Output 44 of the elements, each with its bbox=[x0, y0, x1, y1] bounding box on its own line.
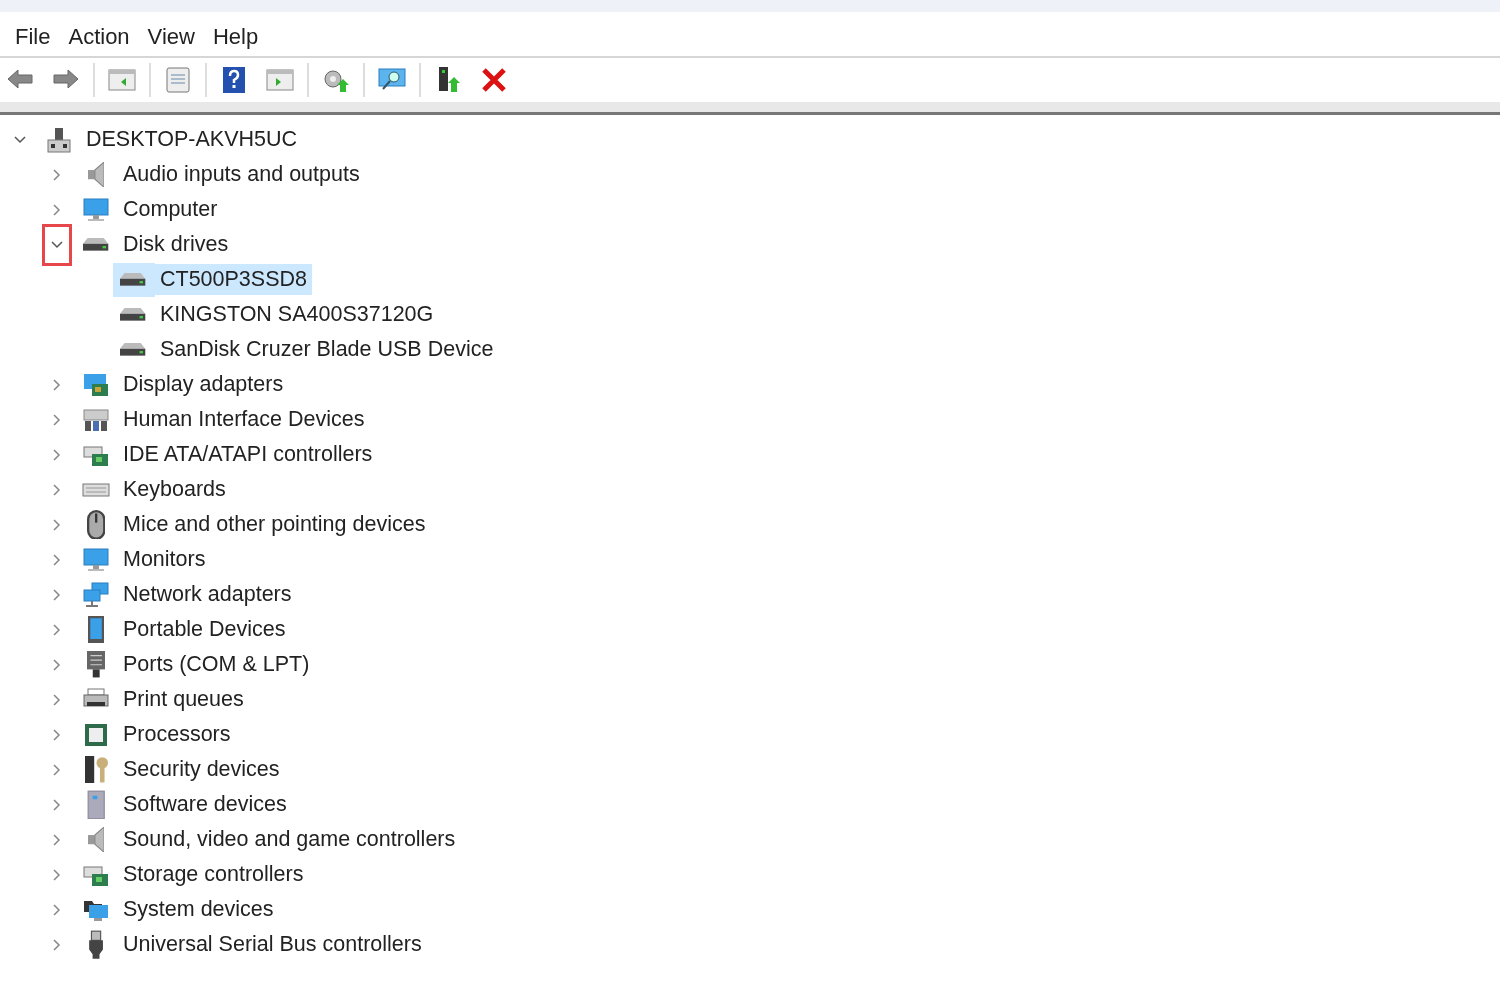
tree-item[interactable]: Disk drives bbox=[118, 229, 234, 260]
tree-item[interactable]: Keyboards bbox=[118, 474, 231, 505]
menu-item[interactable]: File bbox=[6, 24, 60, 50]
tree-item[interactable]: Sound, video and game controllers bbox=[118, 824, 461, 855]
port-icon bbox=[86, 651, 106, 678]
tree-item[interactable]: Universal Serial Bus controllers bbox=[118, 929, 427, 960]
tree-item[interactable]: DESKTOP-AKVH5UC bbox=[81, 124, 303, 155]
tree-item[interactable]: Processors bbox=[118, 719, 236, 750]
key-icon bbox=[84, 755, 108, 784]
drive-icon bbox=[120, 343, 146, 356]
drive-icon bbox=[120, 308, 146, 321]
menu-item[interactable]: Help bbox=[203, 24, 268, 50]
tree-item[interactable]: Audio inputs and outputs bbox=[118, 159, 365, 190]
tree-item[interactable]: IDE ATA/ATAPI controllers bbox=[118, 439, 378, 470]
mouse-icon bbox=[86, 509, 106, 540]
tree-item[interactable]: CT500P3SSD8 bbox=[155, 264, 312, 295]
network-icon bbox=[82, 580, 110, 609]
tree-item[interactable]: System devices bbox=[118, 894, 279, 925]
tree-item[interactable]: Security devices bbox=[118, 754, 285, 785]
menu-item[interactable]: View bbox=[138, 24, 204, 50]
drive-icon bbox=[120, 273, 146, 286]
drive-icon bbox=[83, 238, 109, 251]
tablet-icon bbox=[87, 615, 105, 644]
tree-item[interactable]: Monitors bbox=[118, 544, 211, 575]
tree-item[interactable]: Storage controllers bbox=[118, 859, 309, 890]
tree-item[interactable]: Mice and other pointing devices bbox=[118, 509, 431, 540]
speaker-icon bbox=[87, 161, 105, 188]
monitor-icon bbox=[82, 195, 110, 224]
tree-item[interactable]: KINGSTON SA400S37120G bbox=[155, 299, 439, 330]
speaker-icon bbox=[87, 826, 105, 853]
tree-item[interactable]: Print queues bbox=[118, 684, 249, 715]
tree-item[interactable]: Display adapters bbox=[118, 369, 289, 400]
tree-item[interactable]: Human Interface Devices bbox=[118, 404, 370, 435]
usb-icon bbox=[87, 930, 105, 959]
tree-item[interactable]: SanDisk Cruzer Blade USB Device bbox=[155, 334, 499, 365]
monitor-icon bbox=[82, 545, 110, 574]
tree-item[interactable]: Network adapters bbox=[118, 579, 297, 610]
tree-item[interactable]: Software devices bbox=[118, 789, 292, 820]
tree-item[interactable]: Portable Devices bbox=[118, 614, 291, 645]
computer-tower-icon bbox=[45, 125, 73, 154]
tree-item[interactable]: Ports (COM & LPT) bbox=[118, 649, 315, 680]
tree-item[interactable]: Computer bbox=[118, 194, 223, 225]
menu-item[interactable]: Action bbox=[59, 24, 139, 50]
box-icon bbox=[86, 789, 106, 820]
